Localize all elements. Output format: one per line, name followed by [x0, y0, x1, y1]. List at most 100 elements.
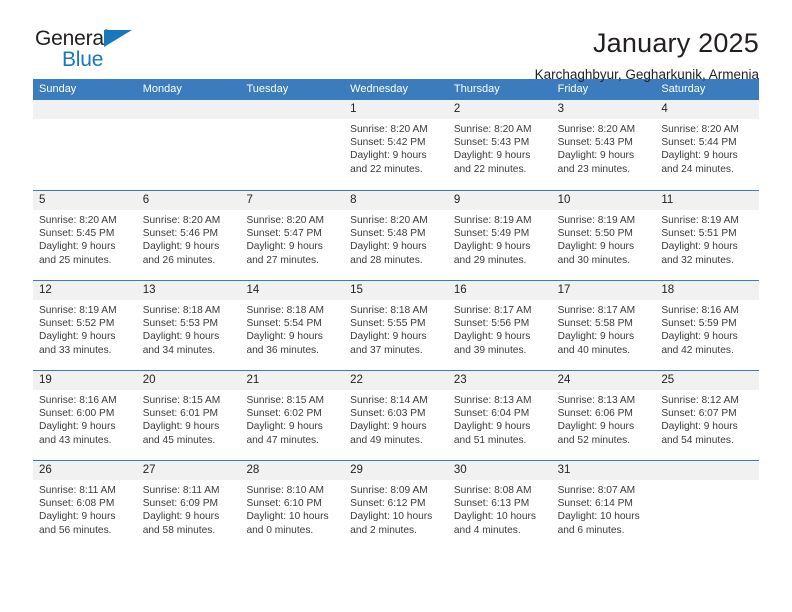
day-details: Sunrise: 8:08 AM Sunset: 6:13 PM Daylight:…: [448, 480, 552, 537]
calendar-day-cell[interactable]: 19 Sunrise: 8:16 AM Sunset: 6:00 PM Dayligh…: [33, 371, 137, 460]
calendar-day-cell[interactable]: 29 Sunrise: 8:09 AM Sunset: 6:12 PM Dayligh…: [344, 461, 448, 550]
calendar-day-cell[interactable]: 1 Sunrise: 8:20 AM Sunset: 5:42 PM Daylight…: [344, 100, 448, 190]
day-number: 20: [136, 371, 241, 390]
sunset-text: Sunset: 6:10 PM: [246, 498, 322, 510]
calendar-day-cell[interactable]: 18 Sunrise: 8:16 AM Sunset: 5:59 PM Dayligh…: [655, 281, 760, 370]
sunset-text: Sunset: 6:00 PM: [39, 408, 115, 420]
daylight-minutes-text: and 43 minutes.: [39, 434, 112, 446]
day-details: Sunrise: 8:19 AM Sunset: 5:50 PM Daylight:…: [552, 210, 656, 267]
calendar-day-cell[interactable]: 5 Sunrise: 8:20 AM Sunset: 5:45 PM Daylight…: [33, 191, 137, 280]
daylight-minutes-text: and 42 minutes.: [661, 344, 734, 356]
daylight-minutes-text: and 4 minutes.: [453, 524, 521, 536]
sunrise-text: Sunrise: 8:08 AM: [453, 485, 532, 496]
sunrise-text: Sunrise: 8:07 AM: [557, 485, 636, 496]
calendar-day-cell[interactable]: 27 Sunrise: 8:11 AM Sunset: 6:09 PM Dayligh…: [136, 461, 241, 550]
title-block: January 2025 Karchaghbyur, Gegharkunik, …: [535, 27, 759, 85]
day-number: [136, 100, 241, 119]
sunset-text: Sunset: 5:44 PM: [661, 137, 737, 149]
calendar-day-cell[interactable]: 22 Sunrise: 8:14 AM Sunset: 6:03 PM Dayligh…: [344, 371, 448, 460]
calendar-day-cell[interactable]: 3 Sunrise: 8:20 AM Sunset: 5:43 PM Daylight…: [551, 100, 656, 190]
calendar-day-cell[interactable]: 16 Sunrise: 8:17 AM Sunset: 5:56 PM Dayligh…: [447, 281, 552, 370]
calendar-day-cell[interactable]: 28 Sunrise: 8:10 AM Sunset: 6:10 PM Dayligh…: [240, 461, 345, 550]
calendar-day-cell[interactable]: 21 Sunrise: 8:15 AM Sunset: 6:02 PM Dayligh…: [240, 371, 345, 460]
day-number: 21: [240, 371, 345, 390]
sunset-text: Sunset: 5:51 PM: [661, 228, 737, 240]
daylight-text: Daylight: 9 hours: [142, 511, 220, 523]
calendar-day-cell[interactable]: 6 Sunrise: 8:20 AM Sunset: 5:46 PM Daylight…: [136, 191, 241, 280]
calendar-day-cell[interactable]: 8 Sunrise: 8:20 AM Sunset: 5:48 PM Daylight…: [344, 191, 448, 280]
daylight-minutes-text: and 58 minutes.: [142, 524, 216, 536]
daylight-text: Daylight: 9 hours: [661, 241, 738, 253]
daylight-text: Daylight: 9 hours: [350, 331, 427, 343]
calendar-day-cell[interactable]: 14 Sunrise: 8:18 AM Sunset: 5:54 PM Dayligh…: [240, 281, 345, 370]
sunrise-text: Sunrise: 8:18 AM: [142, 305, 221, 316]
day-details: Sunrise: 8:19 AM Sunset: 5:51 PM Daylight:…: [655, 210, 759, 267]
calendar-day-cell[interactable]: 10 Sunrise: 8:19 AM Sunset: 5:50 PM Dayligh…: [551, 191, 656, 280]
day-number: 27: [136, 461, 241, 480]
sunset-text: Sunset: 6:12 PM: [350, 498, 426, 510]
sunrise-text: Sunrise: 8:19 AM: [453, 215, 532, 226]
day-number: 3: [551, 100, 656, 119]
calendar-day-cell[interactable]: 11 Sunrise: 8:19 AM Sunset: 5:51 PM Dayligh…: [655, 191, 760, 280]
calendar-day-cell[interactable]: 9 Sunrise: 8:19 AM Sunset: 5:49 PM Daylight…: [447, 191, 552, 280]
calendar-day-cell[interactable]: 12 Sunrise: 8:19 AM Sunset: 5:52 PM Dayligh…: [33, 281, 137, 370]
daylight-text: Daylight: 9 hours: [557, 150, 635, 162]
calendar-day-cell[interactable]: 7 Sunrise: 8:20 AM Sunset: 5:47 PM Daylight…: [240, 191, 345, 280]
daylight-minutes-text: and 47 minutes.: [246, 434, 319, 446]
calendar-day-cell[interactable]: 20 Sunrise: 8:15 AM Sunset: 6:01 PM Dayligh…: [136, 371, 241, 460]
day-details: Sunrise: 8:11 AM Sunset: 6:08 PM Daylight:…: [33, 480, 137, 537]
day-details: Sunrise: 8:13 AM Sunset: 6:04 PM Daylight:…: [448, 390, 552, 447]
day-number: 28: [240, 461, 345, 480]
day-number: 18: [655, 281, 760, 300]
day-details: Sunrise: 8:13 AM Sunset: 6:06 PM Daylight:…: [552, 390, 656, 447]
daylight-text: Daylight: 9 hours: [246, 331, 323, 343]
daylight-minutes-text: and 56 minutes.: [39, 524, 112, 536]
day-details: [240, 119, 344, 123]
calendar-day-cell[interactable]: 4 Sunrise: 8:20 AM Sunset: 5:44 PM Daylight…: [655, 100, 760, 190]
page-title: January 2025: [592, 28, 759, 58]
calendar-day-cell[interactable]: 17 Sunrise: 8:17 AM Sunset: 5:58 PM Dayligh…: [551, 281, 656, 370]
sunrise-text: Sunrise: 8:20 AM: [557, 124, 636, 135]
daylight-text: Daylight: 9 hours: [661, 421, 738, 433]
calendar-week-row: 26 Sunrise: 8:11 AM Sunset: 6:08 PM Dayligh…: [33, 460, 760, 550]
daylight-text: Daylight: 9 hours: [39, 331, 116, 343]
sunrise-text: Sunrise: 8:20 AM: [350, 124, 428, 135]
calendar-day-cell[interactable]: 24 Sunrise: 8:13 AM Sunset: 6:06 PM Dayligh…: [551, 371, 656, 460]
day-number: 8: [344, 191, 448, 210]
weekday-header-thursday: Thursday: [453, 83, 500, 95]
daylight-text: Daylight: 9 hours: [39, 421, 116, 433]
sunset-text: Sunset: 5:45 PM: [39, 228, 115, 240]
daylight-text: Daylight: 9 hours: [453, 331, 531, 343]
daylight-text: Daylight: 9 hours: [142, 421, 220, 433]
daylight-text: Daylight: 9 hours: [557, 241, 635, 253]
calendar-day-cell-empty: [655, 461, 760, 550]
calendar-day-cell[interactable]: 31 Sunrise: 8:07 AM Sunset: 6:14 PM Dayligh…: [551, 461, 656, 550]
calendar-day-cell[interactable]: 26 Sunrise: 8:11 AM Sunset: 6:08 PM Dayligh…: [33, 461, 137, 550]
day-details: Sunrise: 8:16 AM Sunset: 6:00 PM Daylight:…: [33, 390, 137, 447]
calendar-grid: Sunday Monday Tuesday Wednesday Thursday Frid…: [33, 79, 760, 550]
daylight-minutes-text: and 49 minutes.: [350, 434, 423, 446]
day-details: Sunrise: 8:19 AM Sunset: 5:52 PM Daylight:…: [33, 300, 137, 357]
day-details: Sunrise: 8:18 AM Sunset: 5:55 PM Daylight:…: [344, 300, 448, 357]
day-details: Sunrise: 8:20 AM Sunset: 5:44 PM Daylight:…: [655, 119, 759, 176]
calendar-day-cell[interactable]: 25 Sunrise: 8:12 AM Sunset: 6:07 PM Dayligh…: [655, 371, 760, 460]
day-number: 31: [551, 461, 656, 480]
calendar-day-cell[interactable]: 13 Sunrise: 8:18 AM Sunset: 5:53 PM Dayligh…: [136, 281, 241, 370]
daylight-text: Daylight: 10 hours: [350, 511, 433, 523]
calendar-day-cell[interactable]: 30 Sunrise: 8:08 AM Sunset: 6:13 PM Dayligh…: [447, 461, 552, 550]
sunset-text: Sunset: 5:50 PM: [557, 228, 633, 240]
day-number: 14: [240, 281, 345, 300]
day-number: 13: [136, 281, 241, 300]
calendar-day-cell[interactable]: 23 Sunrise: 8:13 AM Sunset: 6:04 PM Dayligh…: [447, 371, 552, 460]
calendar-day-cell[interactable]: 2 Sunrise: 8:20 AM Sunset: 5:43 PM Daylight…: [447, 100, 552, 190]
generalblue-logo[interactable]: General Blue: [33, 27, 148, 75]
sunrise-text: Sunrise: 8:20 AM: [661, 124, 739, 135]
sunset-text: Sunset: 5:53 PM: [142, 318, 219, 330]
day-details: Sunrise: 8:19 AM Sunset: 5:49 PM Daylight:…: [448, 210, 552, 267]
daylight-text: Daylight: 9 hours: [557, 331, 635, 343]
sunrise-text: Sunrise: 8:19 AM: [557, 215, 636, 226]
day-number: 5: [33, 191, 137, 210]
calendar-day-cell[interactable]: 15 Sunrise: 8:18 AM Sunset: 5:55 PM Dayligh…: [344, 281, 448, 370]
calendar-day-cell-empty: [240, 100, 345, 190]
sunset-text: Sunset: 5:52 PM: [39, 318, 115, 330]
